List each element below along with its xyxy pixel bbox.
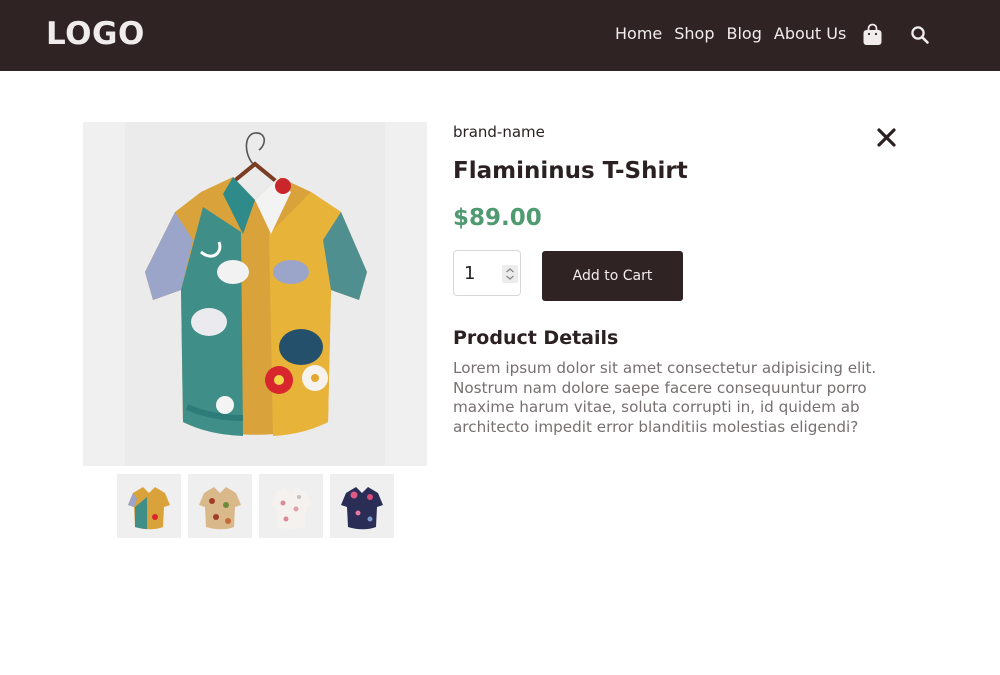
- thumbnail-3[interactable]: [259, 474, 323, 538]
- nav-shop-link[interactable]: Shop: [674, 24, 714, 43]
- close-icon[interactable]: [877, 128, 896, 151]
- product-details-text: Lorem ipsum dolor sit amet consectetur a…: [453, 359, 877, 436]
- product-main-image: [83, 122, 427, 466]
- main-nav: Home Shop Blog About Us: [615, 24, 846, 43]
- thumbnail-2[interactable]: [188, 474, 252, 538]
- quantity-stepper[interactable]: [453, 250, 521, 296]
- thumbnail-gallery: [117, 474, 394, 538]
- product-brand: brand-name: [453, 123, 545, 141]
- quantity-input[interactable]: [464, 263, 500, 284]
- thumbnail-1[interactable]: [117, 474, 181, 538]
- top-navbar: LOGO Home Shop Blog About Us: [0, 0, 1000, 71]
- nav-home-link[interactable]: Home: [615, 24, 662, 43]
- nav-blog-link[interactable]: Blog: [727, 24, 762, 43]
- logo[interactable]: LOGO: [46, 16, 145, 52]
- product-details-heading: Product Details: [453, 327, 619, 349]
- search-icon[interactable]: [910, 25, 930, 49]
- thumbnail-4[interactable]: [330, 474, 394, 538]
- product-price: $89.00: [453, 205, 542, 231]
- shopping-bag-icon[interactable]: [862, 23, 883, 50]
- product-title: Flamininus T-Shirt: [453, 158, 688, 184]
- add-to-cart-button[interactable]: Add to Cart: [542, 251, 683, 301]
- nav-about-us-link[interactable]: About Us: [774, 24, 846, 43]
- quantity-spinner-icon[interactable]: [502, 265, 518, 283]
